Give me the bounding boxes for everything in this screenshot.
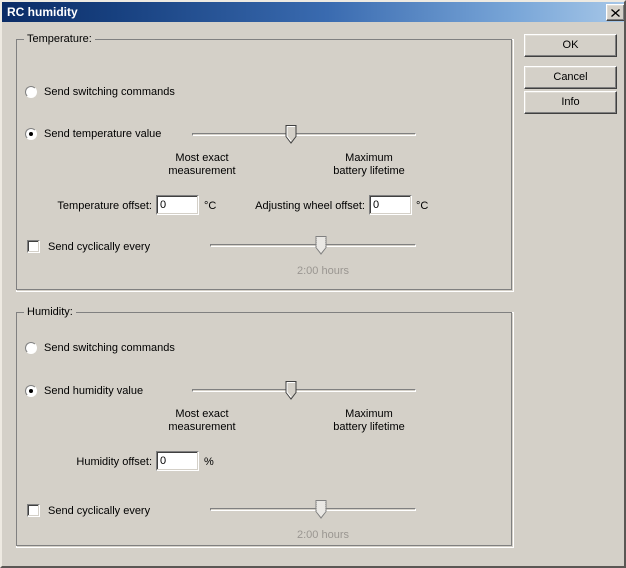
radio-icon-checked — [25, 128, 37, 140]
adjusting-wheel-offset-unit: °C — [416, 200, 429, 212]
slider-thumb[interactable] — [285, 125, 297, 144]
slider-thumb-disabled[interactable] — [315, 236, 327, 255]
rc-humidity-dialog: RC humidity OK Cancel Info Temperature: … — [0, 0, 626, 568]
temperature-radio-send-value[interactable]: Send temperature value — [25, 128, 161, 140]
close-x-glyph — [611, 8, 620, 17]
adjusting-wheel-offset-label: Adjusting wheel offset: — [255, 200, 365, 212]
window-title: RC humidity — [7, 5, 78, 19]
ok-button[interactable]: OK — [524, 34, 617, 57]
humidity-radio-value-label: Send humidity value — [44, 385, 144, 397]
humidity-offset-input[interactable]: 0 — [156, 451, 199, 471]
slider-track — [210, 508, 416, 511]
temperature-slider-left-label: Most exact measurement — [168, 152, 236, 177]
humidity-offset-label: Humidity offset: — [76, 456, 152, 468]
temperature-offset-unit: °C — [204, 200, 217, 212]
temperature-radio-switching-label: Send switching commands — [44, 86, 175, 98]
radio-icon-unchecked — [25, 342, 37, 354]
info-button[interactable]: Info — [524, 91, 617, 114]
temperature-slider-right-label: Maximum battery lifetime — [333, 152, 405, 177]
adjusting-wheel-offset-input[interactable]: 0 — [369, 195, 412, 215]
close-icon[interactable] — [606, 4, 624, 21]
temperature-cyclic-label: Send cyclically every — [48, 240, 151, 253]
temperature-group-label: Temperature: — [24, 33, 95, 45]
humidity-group-label: Humidity: — [24, 306, 76, 318]
radio-icon-checked — [25, 385, 37, 397]
checkbox-icon-unchecked — [27, 240, 40, 253]
title-bar: RC humidity — [2, 2, 624, 22]
humidity-slider-right-label: Maximum battery lifetime — [333, 408, 405, 433]
radio-icon-unchecked — [25, 86, 37, 98]
slider-track — [192, 389, 416, 392]
temperature-offset-label: Temperature offset: — [57, 200, 152, 212]
temperature-cyclic-checkbox[interactable]: Send cyclically every — [27, 240, 150, 253]
humidity-offset-unit: % — [204, 456, 214, 468]
slider-track — [192, 133, 416, 136]
humidity-radio-switching-label: Send switching commands — [44, 342, 175, 354]
humidity-cyclic-checkbox[interactable]: Send cyclically every — [27, 504, 150, 517]
temperature-radio-switching-commands[interactable]: Send switching commands — [25, 86, 175, 98]
humidity-cyclic-value: 2:00 hours — [297, 529, 349, 541]
cancel-button[interactable]: Cancel — [524, 66, 617, 89]
temperature-cyclic-slider[interactable] — [210, 235, 416, 257]
temperature-offset-input[interactable]: 0 — [156, 195, 199, 215]
humidity-radio-send-value[interactable]: Send humidity value — [25, 385, 143, 397]
checkbox-icon-unchecked — [27, 504, 40, 517]
humidity-cyclic-label: Send cyclically every — [48, 504, 151, 517]
slider-thumb-disabled[interactable] — [315, 500, 327, 519]
slider-thumb[interactable] — [285, 381, 297, 400]
humidity-cyclic-slider[interactable] — [210, 499, 416, 521]
humidity-slider-left-label: Most exact measurement — [168, 408, 236, 433]
slider-track — [210, 244, 416, 247]
temperature-cyclic-value: 2:00 hours — [297, 265, 349, 277]
humidity-accuracy-slider[interactable] — [192, 380, 416, 402]
temperature-radio-value-label: Send temperature value — [44, 128, 162, 140]
humidity-radio-switching-commands[interactable]: Send switching commands — [25, 342, 175, 354]
temperature-accuracy-slider[interactable] — [192, 124, 416, 146]
